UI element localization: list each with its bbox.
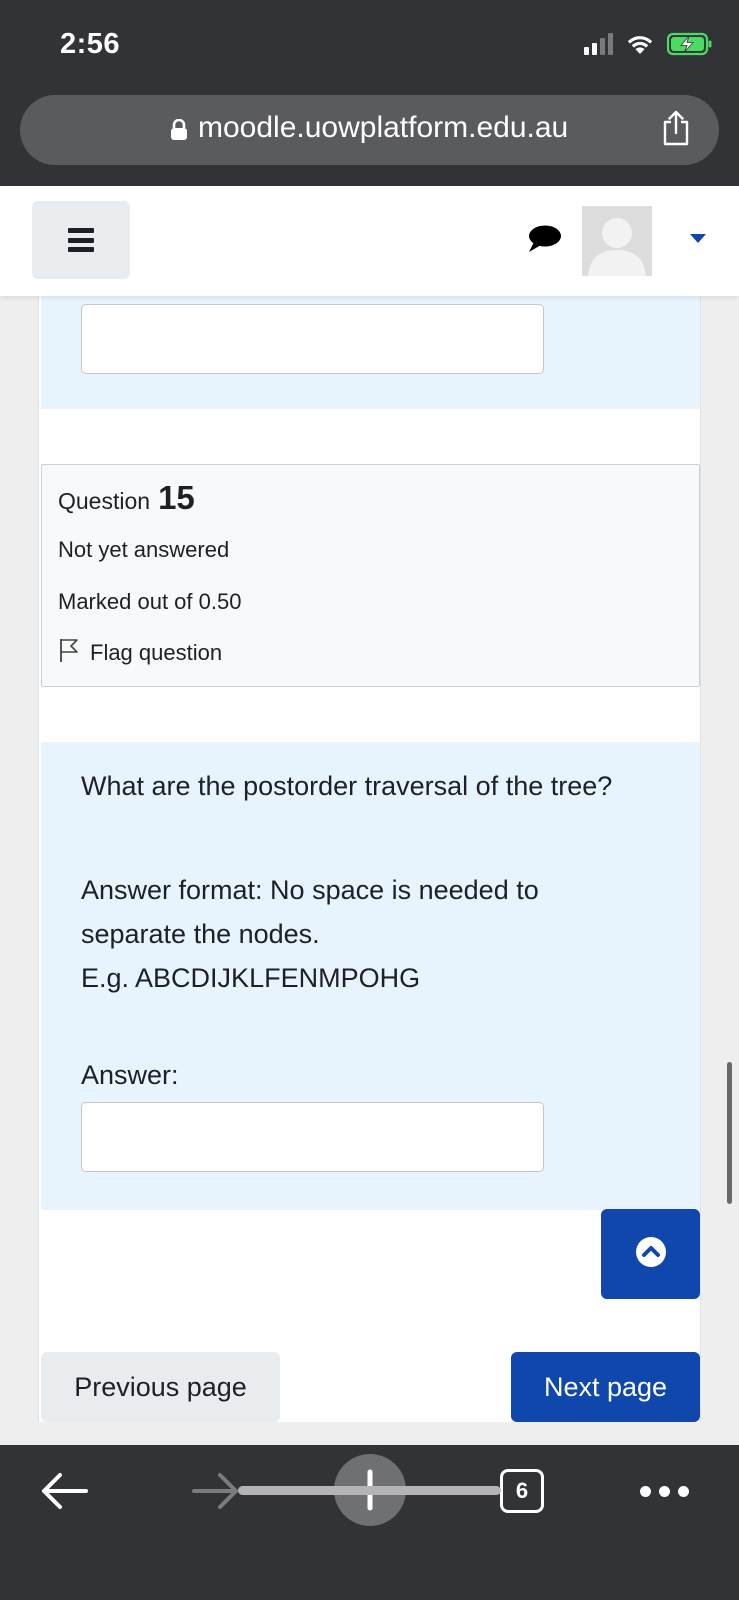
moodle-navbar [0, 186, 739, 296]
question-formulation: What are the postorder traversal of the … [41, 742, 700, 1210]
battery-charging-icon [667, 32, 713, 56]
flag-icon [58, 637, 80, 669]
tab-count: 6 [500, 1469, 544, 1513]
share-icon[interactable] [661, 109, 691, 152]
home-indicator [238, 1486, 501, 1495]
answer-label: Answer: [81, 1060, 179, 1090]
status-icons [584, 32, 713, 56]
url-text: moodle.uowplatform.edu.au [198, 111, 569, 144]
question-label: Question [58, 488, 151, 514]
flag-question-toggle[interactable]: Flag question [58, 637, 222, 669]
back-to-top-button[interactable] [601, 1209, 700, 1299]
answer-format-example: E.g. ABCDIJKLFENMPOHG [81, 963, 421, 993]
question-grade: Marked out of 0.50 [58, 589, 242, 614]
question-info: Question 15 Not yet answered Marked out … [41, 464, 700, 687]
address-bar[interactable]: moodle.uowplatform.edu.au [20, 95, 719, 165]
previous-answer-input[interactable] [81, 304, 544, 374]
chat-bubble-icon[interactable] [526, 224, 562, 259]
user-avatar[interactable] [582, 206, 652, 276]
dropdown-caret-icon[interactable] [690, 234, 706, 243]
question-number-value: 15 [158, 479, 195, 516]
page-content: Question 15 Not yet answered Marked out … [38, 296, 701, 1422]
status-time: 2:56 [60, 28, 121, 60]
hamburger-menu-icon[interactable] [32, 201, 130, 279]
flag-question-label: Flag question [90, 640, 223, 665]
forward-arrow-icon[interactable] [188, 1463, 244, 1519]
next-page-button[interactable]: Next page [511, 1352, 700, 1422]
scrollbar[interactable] [727, 1062, 732, 1204]
question-state: Not yet answered [58, 537, 230, 562]
question-text: What are the postorder traversal of the … [81, 771, 613, 801]
cellular-signal-icon [584, 33, 613, 55]
answer-format-line: Answer format: No space is needed to sep… [81, 875, 539, 949]
browser-bottom-toolbar: 6 [0, 1445, 739, 1600]
question-number: Question 15 [58, 479, 195, 517]
browser-top-chrome: 2:56 moodle.uowplatform.edu.au [0, 0, 739, 186]
previous-question-formulation [41, 296, 700, 409]
tabs-icon[interactable]: 6 [498, 1463, 546, 1519]
previous-page-button[interactable]: Previous page [41, 1352, 280, 1422]
answer-input[interactable] [81, 1102, 544, 1172]
answer-format-text: Answer format: No space is needed to sep… [81, 868, 641, 1000]
more-dots-icon[interactable] [634, 1463, 694, 1519]
lock-icon [170, 118, 188, 146]
arrow-up-circle-icon [635, 1236, 667, 1273]
back-arrow-icon[interactable] [36, 1463, 92, 1519]
wifi-icon [625, 33, 655, 55]
